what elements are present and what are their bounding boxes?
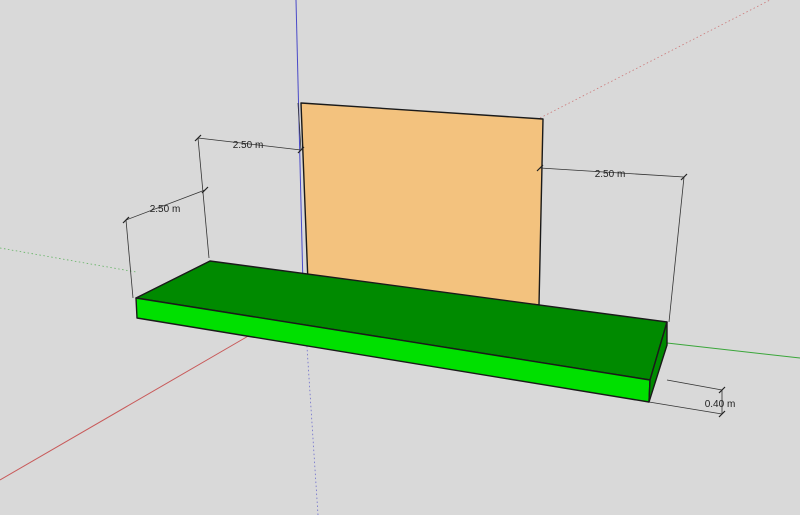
scene-canvas[interactable]: 2.50 m 2.50 m 2.50 m 0.40 m: [0, 0, 800, 515]
model-viewport[interactable]: 2.50 m 2.50 m 2.50 m 0.40 m: [0, 0, 800, 515]
red-axis-solid: [0, 334, 251, 481]
dimension-footing-thickness[interactable]: 0.40 m: [648, 379, 736, 418]
dimension-label: 2.50 m: [233, 140, 264, 151]
wall-face[interactable]: [300, 102, 544, 306]
dimension-label: 0.40 m: [705, 399, 736, 410]
dimension-wall-right-offset[interactable]: 2.50 m: [536, 164, 688, 323]
dimension-wall-left-offset[interactable]: 2.50 m: [194, 102, 305, 259]
green-axis-solid: [666, 342, 800, 359]
dimension-label: 2.50 m: [595, 169, 626, 180]
red-axis-dotted: [539, 0, 771, 119]
green-axis-dotted: [0, 247, 137, 273]
dimension-label: 2.50 m: [150, 204, 181, 215]
